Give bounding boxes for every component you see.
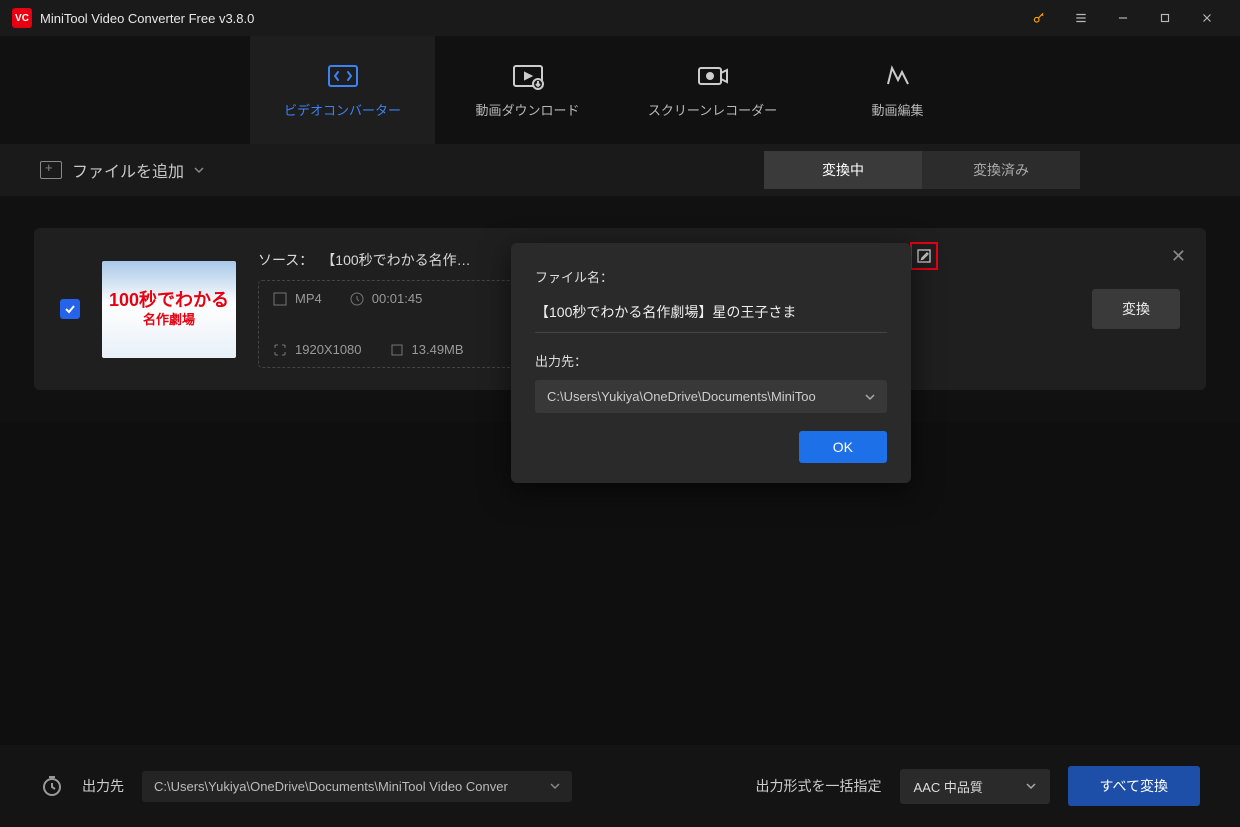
maximize-icon[interactable] <box>1144 0 1186 36</box>
add-file-label: ファイルを追加 <box>72 158 184 182</box>
tab-edit[interactable]: 動画編集 <box>805 36 990 144</box>
tab-converting[interactable]: 変換中 <box>764 151 922 189</box>
convert-button[interactable]: 変換 <box>1092 289 1180 329</box>
file-thumbnail: 100秒でわかる 名作劇場 <box>102 261 236 358</box>
recorder-icon <box>695 62 731 90</box>
footer-output-select[interactable]: C:\Users\Yukiya\OneDrive\Documents\MiniT… <box>142 771 572 802</box>
edit-filename-icon[interactable] <box>910 242 938 270</box>
footer-bar: 出力先 C:\Users\Yukiya\OneDrive\Documents\M… <box>0 745 1240 827</box>
meta-resolution: 1920X1080 <box>273 342 362 357</box>
meta-size: 13.49MB <box>390 342 464 357</box>
thumb-text-1: 100秒でわかる <box>109 291 229 309</box>
popup-filename-input[interactable]: 【100秒でわかる名作劇場】星の王子さま <box>535 296 887 333</box>
sub-toolbar: ファイルを追加 変換中 変換済み <box>0 144 1240 196</box>
edit-icon <box>880 62 916 90</box>
file-checkbox[interactable] <box>60 299 80 319</box>
minimize-icon[interactable] <box>1102 0 1144 36</box>
titlebar: VC MiniTool Video Converter Free v3.8.0 <box>0 0 1240 36</box>
popup-output-label: 出力先： <box>535 351 887 370</box>
close-icon[interactable] <box>1186 0 1228 36</box>
tab-download-label: 動画ダウンロード <box>475 100 579 119</box>
popup-ok-button[interactable]: OK <box>799 431 887 463</box>
tab-edit-label: 動画編集 <box>871 100 923 119</box>
meta-duration: 00:01:45 <box>350 291 423 306</box>
menu-icon[interactable] <box>1060 0 1102 36</box>
schedule-icon[interactable] <box>40 774 64 798</box>
download-icon <box>510 62 546 90</box>
format-icon <box>273 292 287 306</box>
source-label: ソース： <box>258 250 313 270</box>
add-file-icon <box>40 161 62 179</box>
converter-icon <box>325 62 361 90</box>
footer-batch-label: 出力形式を一括指定 <box>756 776 882 796</box>
chevron-down-icon <box>865 392 875 402</box>
chevron-down-icon <box>550 781 560 791</box>
tab-converter[interactable]: ビデオコンバーター <box>250 36 435 144</box>
popup-output-select[interactable]: C:\Users\Yukiya\OneDrive\Documents\MiniT… <box>535 380 887 413</box>
tab-recorder-label: スクリーンレコーダー <box>648 100 777 119</box>
resolution-icon <box>273 343 287 357</box>
chevron-down-icon <box>194 165 204 175</box>
upgrade-key-icon[interactable] <box>1018 0 1060 36</box>
main-tabs: ビデオコンバーター 動画ダウンロード スクリーンレコーダー 動画編集 <box>0 36 1240 144</box>
filesize-icon <box>390 343 404 357</box>
convert-all-button[interactable]: すべて変換 <box>1068 766 1200 806</box>
quality-select[interactable]: AAC 中品質 <box>900 769 1050 804</box>
thumb-text-2: 名作劇場 <box>143 309 195 328</box>
popup-filename-label: ファイル名： <box>535 267 887 286</box>
source-filename: 【100秒でわかる名作… <box>321 250 470 270</box>
tab-recorder[interactable]: スクリーンレコーダー <box>620 36 805 144</box>
app-title: MiniTool Video Converter Free v3.8.0 <box>40 11 254 26</box>
tab-download[interactable]: 動画ダウンロード <box>435 36 620 144</box>
footer-output-label: 出力先 <box>82 776 124 796</box>
status-tabs: 変換中 変換済み <box>764 151 1080 189</box>
tab-converter-label: ビデオコンバーター <box>284 100 401 119</box>
clock-icon <box>350 292 364 306</box>
add-file-button[interactable]: ファイルを追加 <box>40 158 204 182</box>
remove-file-icon[interactable]: ✕ <box>1171 246 1186 267</box>
tab-converted[interactable]: 変換済み <box>922 151 1080 189</box>
app-logo-icon: VC <box>12 8 32 28</box>
rename-popup: ファイル名： 【100秒でわかる名作劇場】星の王子さま 出力先： C:\User… <box>511 243 911 483</box>
chevron-down-icon <box>1026 781 1036 791</box>
meta-format: MP4 <box>273 291 322 306</box>
